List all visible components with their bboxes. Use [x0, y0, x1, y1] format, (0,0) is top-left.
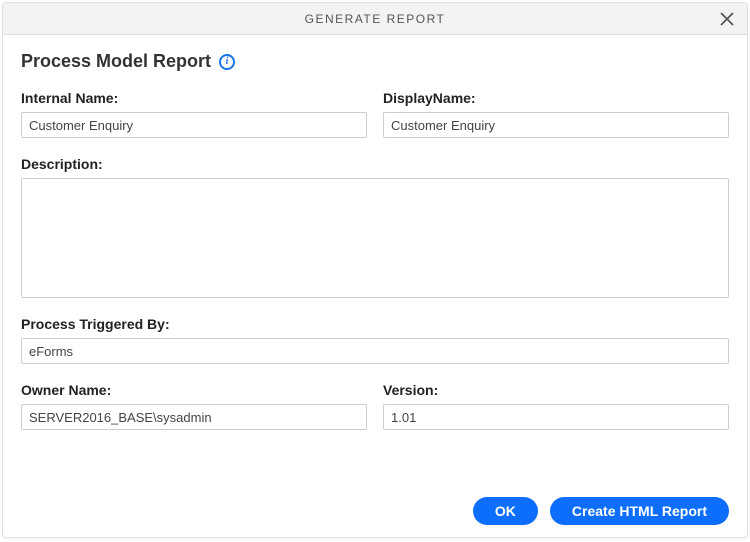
owner-name-input[interactable] — [21, 404, 367, 430]
close-button[interactable] — [715, 7, 739, 31]
row-process-triggered: Process Triggered By: — [21, 316, 729, 364]
process-triggered-by-label: Process Triggered By: — [21, 316, 729, 332]
info-icon[interactable]: i — [219, 54, 235, 70]
dialog-footer: OK Create HTML Report — [3, 487, 747, 537]
display-name-label: DisplayName: — [383, 90, 729, 106]
field-owner-name: Owner Name: — [21, 382, 367, 430]
version-label: Version: — [383, 382, 729, 398]
generate-report-dialog: GENERATE REPORT Process Model Report i I… — [2, 2, 748, 538]
display-name-input[interactable] — [383, 112, 729, 138]
row-description: Description: — [21, 156, 729, 298]
process-triggered-by-input[interactable] — [21, 338, 729, 364]
field-version: Version: — [383, 382, 729, 430]
field-process-triggered-by: Process Triggered By: — [21, 316, 729, 364]
create-html-report-button[interactable]: Create HTML Report — [550, 497, 729, 525]
section-title-row: Process Model Report i — [21, 51, 729, 72]
internal-name-input[interactable] — [21, 112, 367, 138]
owner-name-label: Owner Name: — [21, 382, 367, 398]
dialog-header: GENERATE REPORT — [3, 3, 747, 35]
field-internal-name: Internal Name: — [21, 90, 367, 138]
description-textarea[interactable] — [21, 178, 729, 298]
close-icon — [720, 12, 734, 26]
internal-name-label: Internal Name: — [21, 90, 367, 106]
field-description: Description: — [21, 156, 729, 298]
dialog-title: GENERATE REPORT — [305, 12, 446, 26]
row-internal-display: Internal Name: DisplayName: — [21, 90, 729, 138]
ok-button[interactable]: OK — [473, 497, 538, 525]
row-owner-version: Owner Name: Version: — [21, 382, 729, 430]
section-title: Process Model Report — [21, 51, 211, 72]
version-input[interactable] — [383, 404, 729, 430]
description-label: Description: — [21, 156, 729, 172]
field-display-name: DisplayName: — [383, 90, 729, 138]
dialog-body: Process Model Report i Internal Name: Di… — [3, 35, 747, 487]
